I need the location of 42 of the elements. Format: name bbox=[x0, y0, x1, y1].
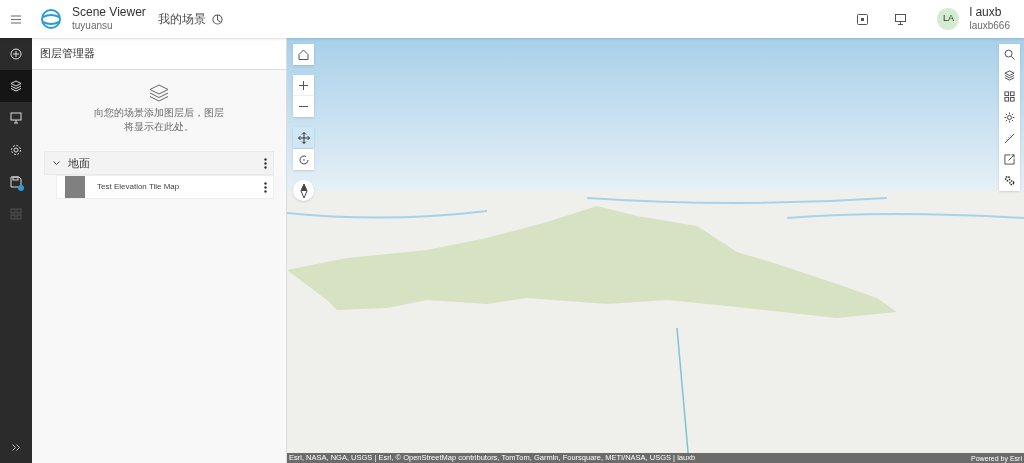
presentation-icon bbox=[10, 112, 22, 124]
home-button[interactable] bbox=[293, 44, 314, 65]
panel-title: 图层管理器 bbox=[40, 46, 95, 62]
my-scenes-link[interactable]: 我的场景 bbox=[157, 10, 206, 28]
layers-icon bbox=[10, 80, 22, 92]
layer-group-label: 地面 bbox=[68, 155, 91, 171]
layer-thumbnail bbox=[65, 176, 85, 198]
app-subtitle: tuyuansu bbox=[72, 20, 114, 33]
settings-icon bbox=[10, 144, 22, 156]
layers-icon bbox=[149, 84, 169, 102]
empty-message: 向您的场景添加图层后，图层将显示在此处。 bbox=[94, 106, 224, 134]
move-arrows-icon bbox=[297, 131, 310, 144]
layer-group-row[interactable]: 地面 bbox=[44, 151, 274, 175]
pan-button[interactable] bbox=[293, 127, 314, 148]
globe-logo-icon bbox=[41, 9, 61, 29]
compass-icon bbox=[299, 183, 308, 198]
rail-button[interactable] bbox=[0, 70, 32, 102]
clock-icon bbox=[211, 13, 223, 25]
search-icon[interactable] bbox=[1004, 49, 1015, 60]
more-options-icon[interactable] bbox=[264, 181, 267, 193]
user-name: l auxb bbox=[969, 5, 1003, 21]
user-id: lauxb666 bbox=[969, 20, 1010, 33]
home-icon bbox=[298, 49, 309, 60]
apps-icon bbox=[10, 208, 22, 220]
user-avatar[interactable]: LA bbox=[937, 8, 960, 30]
rotate-icon bbox=[297, 153, 310, 166]
layer-label: Test Elevation Tile Map bbox=[97, 181, 181, 193]
layers-icon[interactable] bbox=[1004, 70, 1015, 81]
more-options-icon[interactable] bbox=[264, 157, 267, 169]
presentation-icon[interactable] bbox=[895, 13, 908, 25]
plus-icon bbox=[299, 80, 308, 90]
app-title: Scene Viewer bbox=[72, 5, 146, 21]
add-content-icon[interactable] bbox=[857, 13, 870, 25]
add-icon bbox=[10, 48, 22, 60]
layer-row[interactable]: Test Elevation Tile Map bbox=[56, 175, 274, 199]
ruler-icon[interactable] bbox=[1004, 133, 1015, 144]
share-icon[interactable] bbox=[1004, 154, 1015, 165]
caret-icon[interactable] bbox=[53, 160, 60, 166]
grid-icon[interactable] bbox=[1004, 91, 1015, 102]
save-icon bbox=[10, 176, 22, 188]
sun-icon[interactable] bbox=[1004, 112, 1015, 123]
rotate-button[interactable] bbox=[293, 149, 314, 170]
